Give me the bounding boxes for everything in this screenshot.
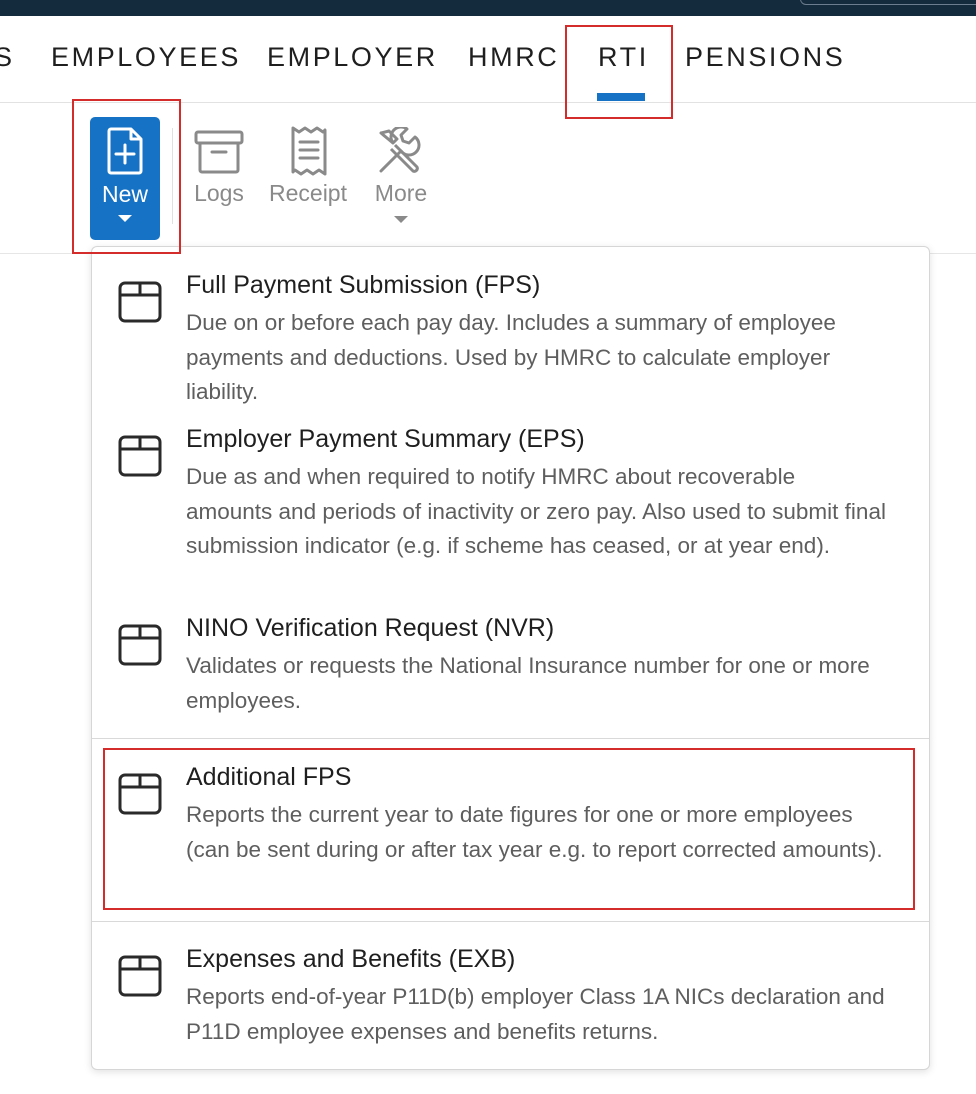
menu-item-description: Validates or requests the National Insur… <box>186 653 870 713</box>
logs-label: Logs <box>194 180 244 206</box>
tools-icon <box>379 127 421 173</box>
more-button[interactable]: More <box>368 124 434 228</box>
menu-item-nvr[interactable]: NINO Verification Request (NVR) Validate… <box>92 612 929 722</box>
active-tab-indicator <box>597 93 645 101</box>
package-icon <box>118 773 162 815</box>
package-icon <box>118 281 162 323</box>
menu-item-description: Due on or before each pay day. Includes … <box>186 310 836 404</box>
new-document-icon <box>107 127 143 175</box>
menu-item-additional-fps[interactable]: Additional FPS Reports the current year … <box>92 761 929 901</box>
main-nav: S EMPLOYEES EMPLOYER HMRC RTI PENSIONS <box>0 16 976 103</box>
logs-button[interactable]: Logs <box>188 124 250 214</box>
menu-item-description: Reports end-of-year P11D(b) employer Cla… <box>186 984 885 1044</box>
receipt-button[interactable]: Receipt <box>267 124 349 214</box>
nav-item-partial[interactable]: S <box>0 42 15 73</box>
menu-item-title: Additional FPS <box>186 763 352 791</box>
menu-item-title: Full Payment Submission (FPS) <box>186 271 541 299</box>
receipt-label: Receipt <box>269 180 347 206</box>
package-icon <box>118 624 162 666</box>
menu-item-description: Reports the current year to date figures… <box>186 802 883 862</box>
menu-separator <box>92 921 929 922</box>
menu-item-description: Due as and when required to notify HMRC … <box>186 464 886 558</box>
receipt-icon <box>291 126 327 176</box>
search-box-edge[interactable] <box>800 0 976 5</box>
package-icon <box>118 435 162 477</box>
menu-separator <box>92 738 929 739</box>
menu-item-title: Employer Payment Summary (EPS) <box>186 425 585 453</box>
menu-item-fps[interactable]: Full Payment Submission (FPS) Due on or … <box>92 269 929 409</box>
nav-item-employer[interactable]: EMPLOYER <box>267 42 438 73</box>
more-label: More <box>374 180 428 206</box>
new-button-label: New <box>101 181 148 207</box>
menu-item-exb[interactable]: Expenses and Benefits (EXB) Reports end-… <box>92 943 929 1053</box>
menu-item-title: Expenses and Benefits (EXB) <box>186 945 516 973</box>
top-bar <box>0 0 976 16</box>
toolbar-divider <box>172 128 173 224</box>
new-dropdown-menu: Full Payment Submission (FPS) Due on or … <box>91 246 930 1070</box>
package-icon <box>118 955 162 997</box>
nav-item-rti[interactable]: RTI <box>598 42 649 73</box>
nav-item-hmrc[interactable]: HMRC <box>468 42 559 73</box>
nav-item-employees[interactable]: EMPLOYEES <box>51 42 241 73</box>
chevron-down-icon <box>118 215 132 222</box>
new-button[interactable]: New <box>90 117 160 240</box>
nav-item-pensions[interactable]: PENSIONS <box>685 42 845 73</box>
chevron-down-icon <box>394 216 408 223</box>
menu-item-title: NINO Verification Request (NVR) <box>186 614 555 642</box>
menu-item-eps[interactable]: Employer Payment Summary (EPS) Due as an… <box>92 423 929 603</box>
archive-icon <box>194 130 244 174</box>
